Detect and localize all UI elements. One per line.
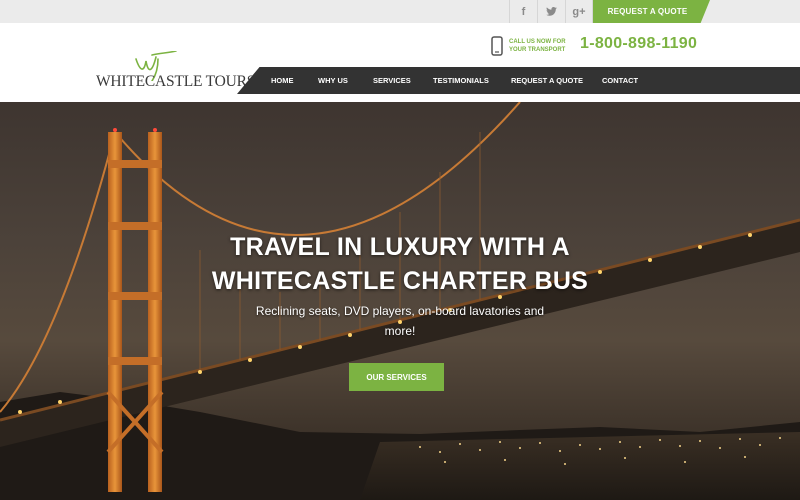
google-plus-glyph: g+ [572,5,586,18]
site-logo[interactable]: WHITECASTLE TOURS [96,51,255,101]
nav-services[interactable]: SERVICES [373,67,411,94]
call-us-label: CALL US NOW FOR YOUR TRANSPORT [509,39,566,53]
hero-title: TRAVEL IN LUXURY WITH A WHITECASTLE CHAR… [0,230,800,298]
nav-request-quote[interactable]: REQUEST A QUOTE [511,67,583,94]
nav-contact[interactable]: CONTACT [602,67,638,94]
nav-testimonials[interactable]: TESTIMONIALS [433,67,489,94]
nav-why-us[interactable]: WHY US [318,67,348,94]
main-navigation: HOME WHY US SERVICES TESTIMONIALS REQUES… [237,67,800,94]
facebook-icon[interactable]: f [509,0,537,23]
top-bar: f g+ REQUEST A QUOTE [0,0,800,23]
hero-title-line1: TRAVEL IN LUXURY WITH A [230,233,570,261]
facebook-glyph: f [521,5,526,18]
twitter-bird-icon [546,7,557,16]
our-services-button[interactable]: OUR SERVICES [349,363,444,391]
google-plus-icon[interactable]: g+ [565,0,593,23]
hero-title-line2: WHITECASTLE CHARTER BUS [211,267,589,295]
mobile-phone-icon [491,36,503,56]
twitter-icon[interactable] [537,0,565,23]
top-request-quote-button[interactable]: REQUEST A QUOTE [593,0,710,23]
site-header: WHITECASTLE TOURS CALL US NOW FOR YOUR T… [0,23,800,102]
phone-number[interactable]: 1-800-898-1190 [580,35,697,53]
hero-section: TRAVEL IN LUXURY WITH A WHITECASTLE CHAR… [0,102,800,500]
nav-home[interactable]: HOME [271,67,294,94]
logo-text: WHITECASTLE TOURS [96,73,256,90]
hero-subtitle: Reclining seats, DVD players, on-board l… [255,304,545,338]
